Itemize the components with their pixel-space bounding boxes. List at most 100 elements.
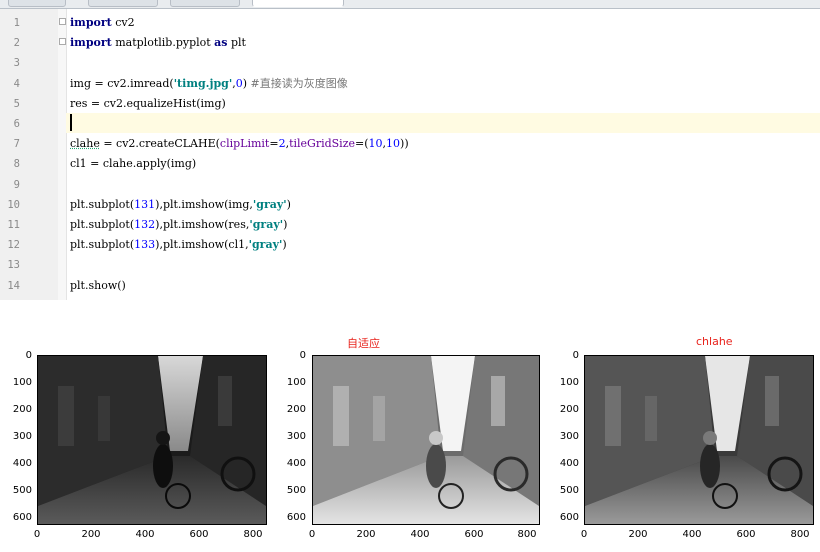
code-text: cv2 (111, 16, 135, 29)
y-tick-label: 500 (286, 485, 306, 496)
editor-tab-active[interactable] (252, 0, 344, 7)
panel-title-adaptive: 自适应 (347, 337, 380, 350)
x-tick-label: 200 (81, 529, 101, 540)
number-literal: 0 (235, 77, 243, 90)
x-tick-label: 200 (356, 529, 376, 540)
code-comment: #直接读为灰度图像 (250, 77, 348, 90)
x-tick-label: 800 (243, 529, 263, 540)
panel-title-clahe: chlahe (696, 335, 733, 348)
line-number: 4 (13, 78, 20, 90)
keyword: as (214, 36, 228, 49)
editor-tab[interactable] (88, 0, 158, 7)
keyword: import (70, 36, 112, 49)
image-panel-clahe (584, 355, 814, 525)
street-photo-equalized (313, 356, 539, 524)
image-panel-equalized (312, 355, 540, 525)
number-literal: 133 (134, 238, 156, 251)
code-text: ) (282, 238, 287, 251)
string-literal: 'gray' (248, 238, 283, 251)
x-tick-label: 400 (135, 529, 155, 540)
string-literal: 'gray' (249, 218, 284, 231)
line-number: 5 (13, 98, 20, 110)
y-tick-label: 400 (286, 458, 306, 469)
param-name: tileGridSize (289, 137, 356, 150)
fold-marker-icon[interactable] (59, 38, 66, 45)
code-line[interactable]: cl1 = clahe.apply(img) (70, 157, 196, 171)
editor-tab-bar (0, 0, 820, 9)
code-text: ) (286, 198, 291, 211)
code-text: ),plt.imshow(cl1, (155, 238, 249, 251)
x-tick-label: 600 (189, 529, 209, 540)
y-tick-label: 500 (559, 485, 579, 496)
code-line[interactable]: plt.show() (70, 279, 126, 293)
y-tick-label: 200 (559, 404, 579, 415)
text-caret (70, 114, 72, 131)
y-tick-label: 200 (286, 404, 306, 415)
code-text: )) (400, 137, 409, 150)
code-line[interactable]: res = cv2.equalizeHist(img) (70, 97, 226, 111)
line-number: 13 (7, 259, 20, 271)
line-number: 7 (13, 138, 20, 150)
editor-tab[interactable] (8, 0, 66, 7)
line-number: 2 (13, 37, 20, 49)
code-line[interactable]: plt.subplot(132),plt.imshow(res,'gray') (70, 218, 287, 232)
number-literal: 2 (278, 137, 286, 150)
y-tick-label: 0 (572, 350, 579, 361)
code-text: ),plt.imshow(img, (155, 198, 253, 211)
code-text: =( (355, 137, 369, 150)
code-text: ) (242, 77, 251, 90)
code-editor[interactable]: 1 2 3 4 5 6 7 8 9 10 11 12 13 14 import … (0, 0, 820, 300)
code-text: plt.subplot( (70, 198, 135, 211)
x-tick-label: 800 (517, 529, 537, 540)
code-text: plt.show() (70, 279, 126, 292)
y-tick-label: 0 (299, 350, 306, 361)
number-literal: 132 (134, 218, 156, 231)
x-tick-label: 0 (580, 529, 588, 540)
y-tick-label: 500 (12, 485, 32, 496)
y-tick-label: 0 (25, 350, 32, 361)
string-literal: 'gray' (252, 198, 287, 211)
street-photo-dark (38, 356, 266, 524)
y-tick-label: 400 (12, 458, 32, 469)
code-text: clahe (70, 137, 100, 150)
code-line[interactable]: plt.subplot(131),plt.imshow(img,'gray') (70, 198, 291, 212)
y-tick-label: 300 (559, 431, 579, 442)
code-line[interactable]: import matplotlib.pyplot as plt (70, 36, 246, 50)
code-text: matplotlib.pyplot (111, 36, 215, 49)
line-number: 9 (13, 179, 20, 191)
x-tick-label: 600 (736, 529, 756, 540)
code-text: res = cv2.equalizeHist(img) (70, 97, 226, 110)
x-tick-label: 400 (410, 529, 430, 540)
current-line-highlight (66, 113, 820, 133)
line-number: 8 (13, 158, 20, 170)
string-literal: 'timg.jpg' (173, 77, 233, 90)
fold-margin (58, 9, 67, 300)
code-text: = cv2.createCLAHE( (99, 137, 220, 150)
line-number: 1 (13, 17, 20, 29)
keyword: import (70, 16, 112, 29)
y-tick-label: 400 (559, 458, 579, 469)
y-tick-label: 200 (12, 404, 32, 415)
x-tick-label: 0 (308, 529, 316, 540)
y-tick-label: 600 (12, 512, 32, 523)
code-line[interactable]: plt.subplot(133),plt.imshow(cl1,'gray') (70, 238, 287, 252)
code-text: plt.subplot( (70, 238, 135, 251)
code-text: img = cv2.imread( (70, 77, 174, 90)
line-number: 14 (7, 280, 20, 292)
y-tick-label: 100 (286, 377, 306, 388)
code-text: plt (227, 36, 246, 49)
street-photo-clahe (585, 356, 813, 524)
code-line[interactable]: clahe = cv2.createCLAHE(clipLimit=2,tile… (70, 137, 409, 151)
editor-tab[interactable] (170, 0, 240, 7)
code-line[interactable]: import cv2 (70, 16, 135, 30)
y-tick-label: 600 (559, 512, 579, 523)
code-text: = (269, 137, 279, 150)
x-tick-label: 600 (464, 529, 484, 540)
x-tick-label: 400 (682, 529, 702, 540)
code-line[interactable]: img = cv2.imread('timg.jpg',0) #直接读为灰度图像 (70, 77, 348, 91)
line-number-gutter (0, 9, 58, 300)
code-text: cl1 = clahe.apply(img) (70, 157, 197, 170)
x-tick-label: 800 (790, 529, 810, 540)
fold-marker-icon[interactable] (59, 18, 66, 25)
line-number: 11 (7, 219, 20, 231)
